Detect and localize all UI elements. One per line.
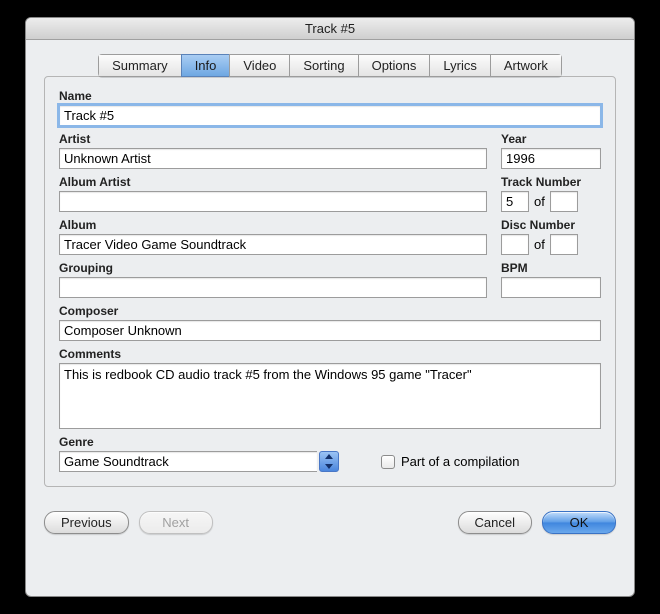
genre-dropdown-button[interactable] <box>319 451 339 472</box>
compilation-label: Part of a compilation <box>401 454 520 469</box>
comments-label: Comments <box>59 347 601 361</box>
chevron-down-icon <box>320 462 338 472</box>
tab-info[interactable]: Info <box>181 54 230 77</box>
disc-number-input[interactable] <box>501 234 529 255</box>
bpm-input[interactable] <box>501 277 601 298</box>
bpm-label: BPM <box>501 261 601 275</box>
button-bar: Previous Next Cancel OK <box>26 497 634 534</box>
disc-of-label: of <box>534 237 545 252</box>
genre-label: Genre <box>59 435 339 449</box>
composer-label: Composer <box>59 304 601 318</box>
tab-artwork[interactable]: Artwork <box>490 54 562 77</box>
comments-input[interactable] <box>59 363 601 429</box>
name-input[interactable] <box>59 105 601 126</box>
window-title: Track #5 <box>26 18 634 40</box>
genre-combo <box>59 451 339 472</box>
ok-button[interactable]: OK <box>542 511 616 534</box>
cancel-button[interactable]: Cancel <box>458 511 532 534</box>
previous-button[interactable]: Previous <box>44 511 129 534</box>
album-input[interactable] <box>59 234 487 255</box>
tab-sorting[interactable]: Sorting <box>289 54 357 77</box>
info-panel: Name Artist Year Album Artist <box>44 76 616 487</box>
genre-input[interactable] <box>59 451 317 472</box>
year-input[interactable] <box>501 148 601 169</box>
tab-group: Summary Info Video Sorting Options Lyric… <box>98 54 562 77</box>
album-label: Album <box>59 218 487 232</box>
track-of-label: of <box>534 194 545 209</box>
album-artist-input[interactable] <box>59 191 487 212</box>
content-area: Summary Info Video Sorting Options Lyric… <box>26 40 634 497</box>
track-number-input[interactable] <box>501 191 529 212</box>
name-label: Name <box>59 89 601 103</box>
composer-input[interactable] <box>59 320 601 341</box>
next-button: Next <box>139 511 213 534</box>
disc-total-input[interactable] <box>550 234 578 255</box>
track-total-input[interactable] <box>550 191 578 212</box>
tab-options[interactable]: Options <box>358 54 430 77</box>
tab-lyrics[interactable]: Lyrics <box>429 54 489 77</box>
dialog-window: Track #5 Summary Info Video Sorting Opti… <box>25 17 635 597</box>
year-label: Year <box>501 132 601 146</box>
chevron-up-icon <box>320 452 338 462</box>
tab-bar: Summary Info Video Sorting Options Lyric… <box>44 54 616 77</box>
compilation-checkbox[interactable] <box>381 455 395 469</box>
tab-summary[interactable]: Summary <box>98 54 181 77</box>
grouping-input[interactable] <box>59 277 487 298</box>
album-artist-label: Album Artist <box>59 175 487 189</box>
track-number-label: Track Number <box>501 175 601 189</box>
grouping-label: Grouping <box>59 261 487 275</box>
artist-input[interactable] <box>59 148 487 169</box>
artist-label: Artist <box>59 132 487 146</box>
disc-number-label: Disc Number <box>501 218 601 232</box>
tab-video[interactable]: Video <box>229 54 289 77</box>
